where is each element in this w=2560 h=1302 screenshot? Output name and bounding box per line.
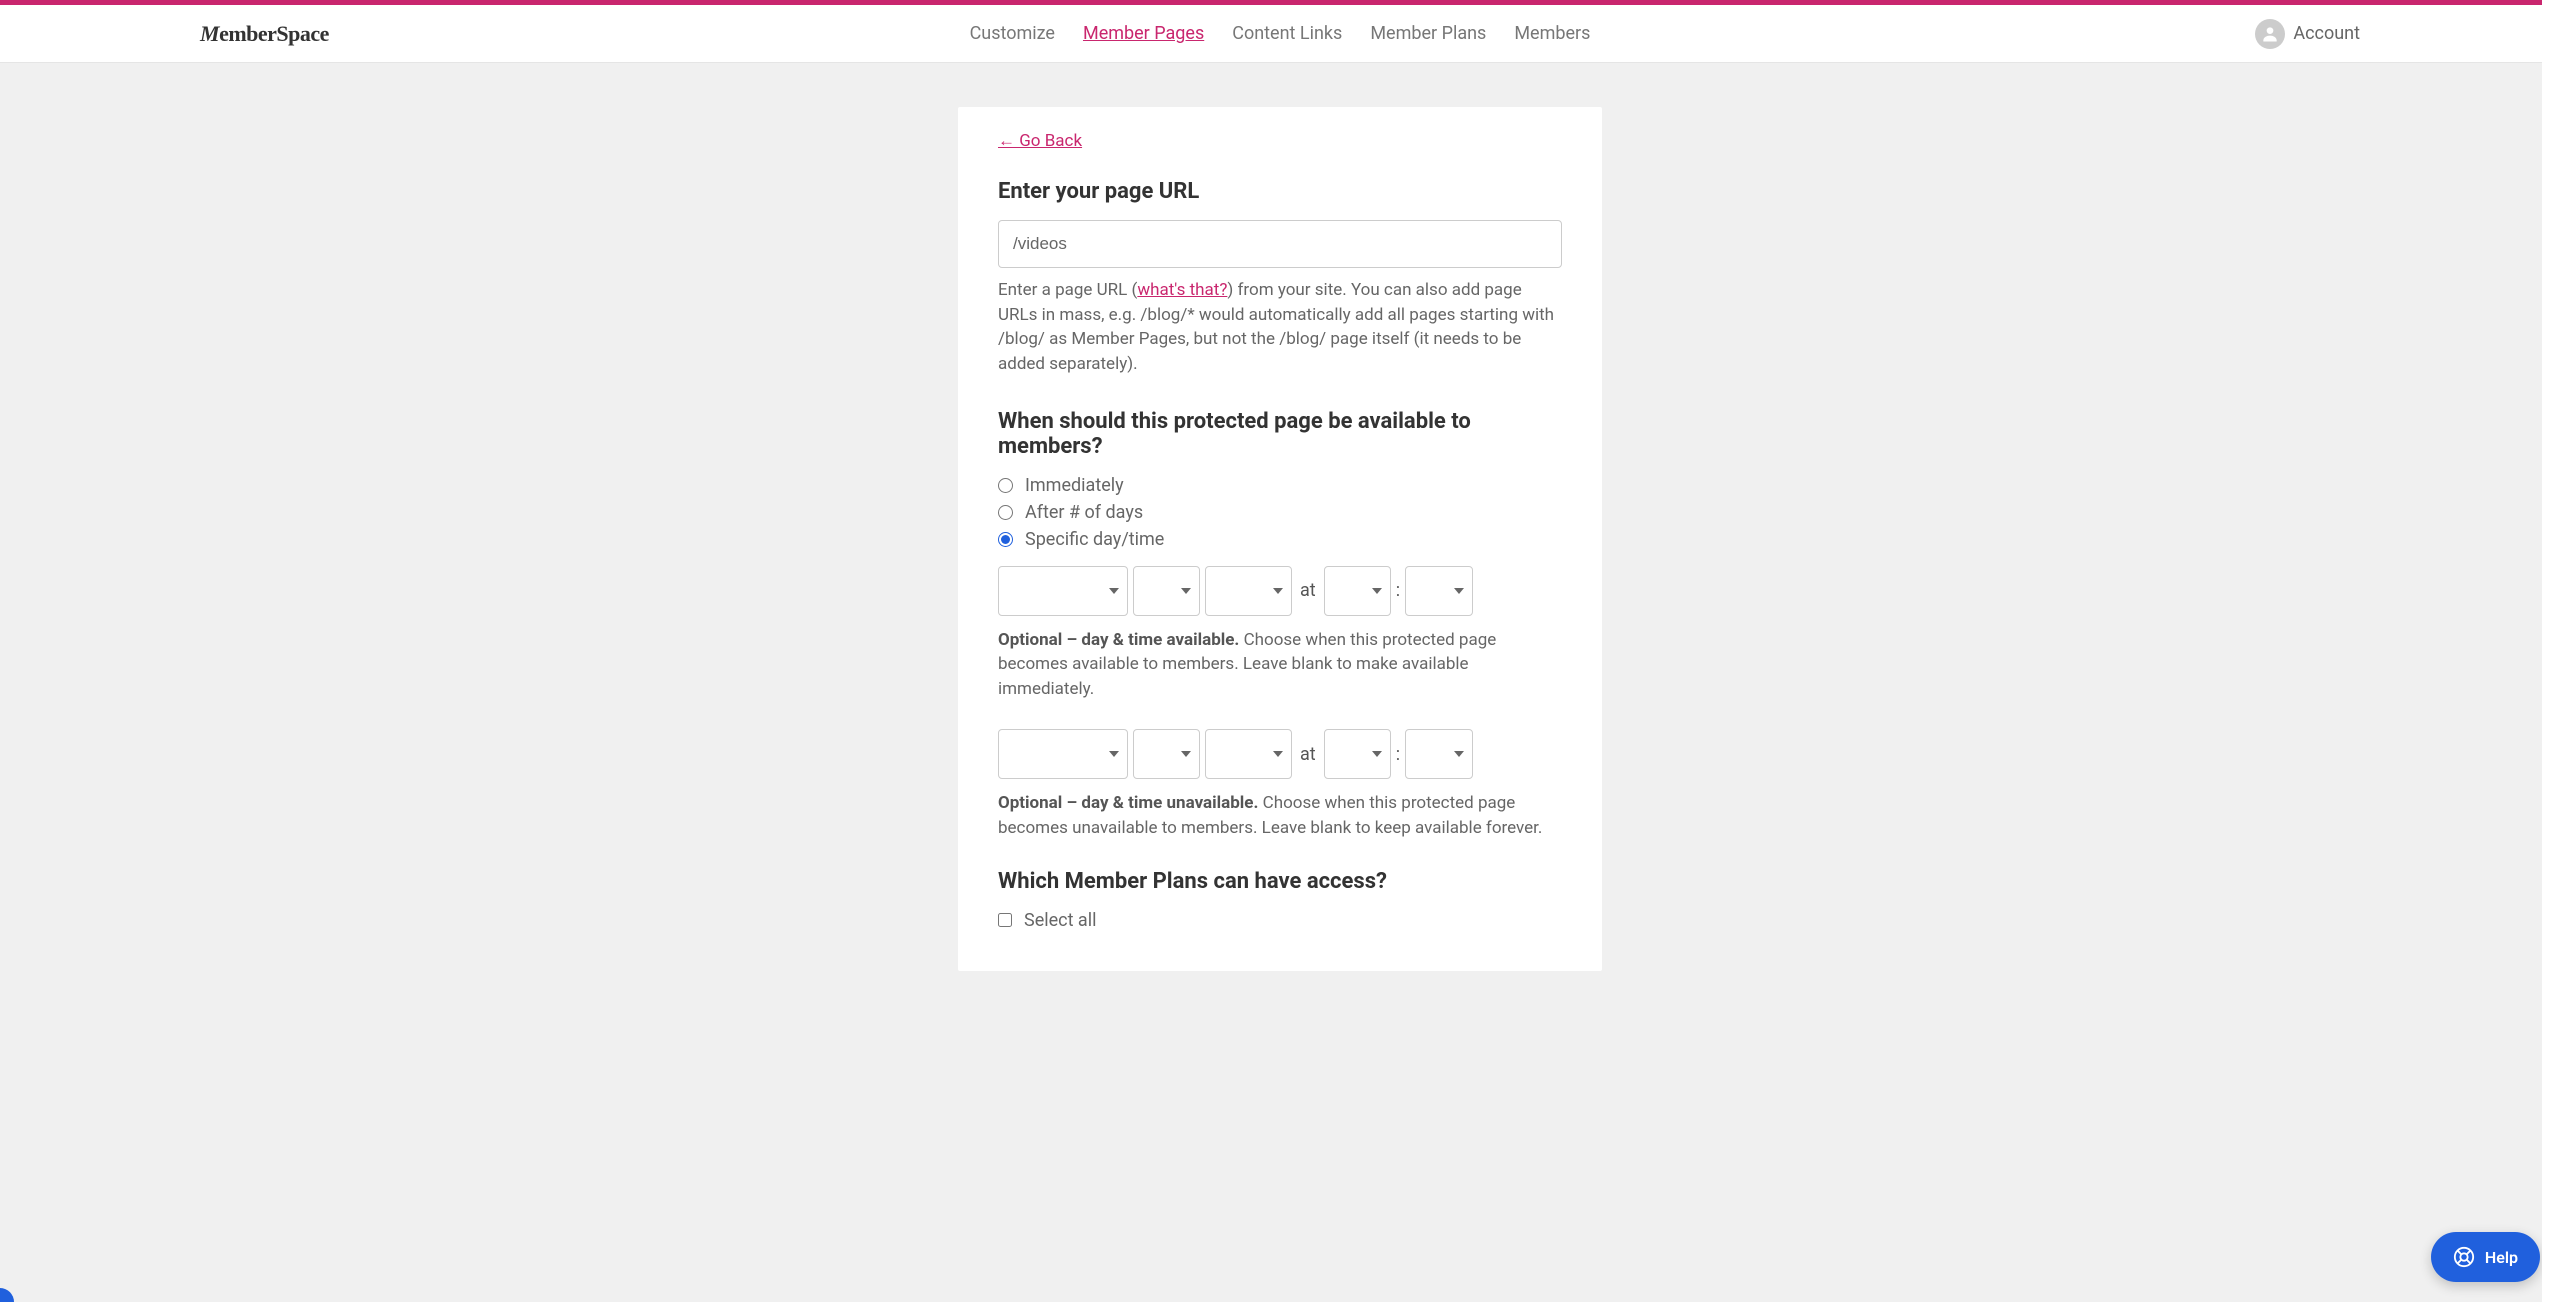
unavailable-at-label: at xyxy=(1300,744,1316,765)
available-hour-select[interactable] xyxy=(1324,566,1391,616)
unavailable-colon: : xyxy=(1396,744,1400,765)
available-month-select[interactable] xyxy=(998,566,1128,616)
available-minute-select[interactable] xyxy=(1405,566,1473,616)
help-button[interactable]: Help xyxy=(2431,1232,2540,1282)
left-corner-decoration xyxy=(0,1288,14,1302)
nav-content-links[interactable]: Content Links xyxy=(1232,23,1342,44)
plans-title: Which Member Plans can have access? xyxy=(998,869,1562,894)
available-date-row: at : xyxy=(998,566,1562,616)
when-title: When should this protected page be avail… xyxy=(998,409,1562,459)
nav-member-plans[interactable]: Member Plans xyxy=(1370,23,1486,44)
unavailable-hour-select[interactable] xyxy=(1324,729,1391,779)
go-back-link[interactable]: ← Go Back xyxy=(998,131,1082,151)
logo: MemberSpace xyxy=(200,21,329,47)
unavailable-date-row: at : xyxy=(998,729,1562,779)
radio-after-days[interactable] xyxy=(998,505,1013,520)
nav-members[interactable]: Members xyxy=(1514,23,1590,44)
account-menu[interactable]: Account xyxy=(2255,19,2360,49)
avatar-icon xyxy=(2255,19,2285,49)
radio-specific-label[interactable]: Specific day/time xyxy=(1025,529,1164,550)
account-label: Account xyxy=(2293,23,2360,44)
radio-after-days-label[interactable]: After # of days xyxy=(1025,502,1143,523)
when-radio-group: Immediately After # of days Specific day… xyxy=(998,475,1562,550)
unavailable-minute-select[interactable] xyxy=(1405,729,1473,779)
radio-specific[interactable] xyxy=(998,532,1013,547)
available-at-label: at xyxy=(1300,580,1316,601)
available-colon: : xyxy=(1396,580,1400,601)
whats-that-link[interactable]: what's that? xyxy=(1137,280,1227,300)
help-label: Help xyxy=(2485,1248,2518,1267)
unavailable-help: Optional – day & time unavailable. Choos… xyxy=(998,791,1562,840)
radio-immediately[interactable] xyxy=(998,478,1013,493)
url-title: Enter your page URL xyxy=(998,179,1562,204)
select-all-checkbox[interactable] xyxy=(998,913,1012,927)
unavailable-help-bold: Optional – day & time unavailable. xyxy=(998,793,1258,813)
unavailable-day-select[interactable] xyxy=(1133,729,1200,779)
main-card: ← Go Back Enter your page URL Enter a pa… xyxy=(958,107,1602,971)
radio-immediately-label[interactable]: Immediately xyxy=(1025,475,1124,496)
url-help-text: Enter a page URL (what's that?) from you… xyxy=(998,278,1562,377)
help-icon xyxy=(2453,1246,2475,1268)
nav-member-pages[interactable]: Member Pages xyxy=(1083,23,1204,44)
unavailable-year-select[interactable] xyxy=(1205,729,1292,779)
select-all-label[interactable]: Select all xyxy=(1024,910,1096,931)
unavailable-month-select[interactable] xyxy=(998,729,1128,779)
main-nav: Customize Member Pages Content Links Mem… xyxy=(970,23,1591,44)
available-help-bold: Optional – day & time available. xyxy=(998,630,1239,650)
header: MemberSpace Customize Member Pages Conte… xyxy=(0,5,2560,63)
url-help-prefix: Enter a page URL ( xyxy=(998,280,1137,300)
available-help: Optional – day & time available. Choose … xyxy=(998,628,1562,702)
right-edge-decoration xyxy=(2542,0,2560,1302)
page-url-input[interactable] xyxy=(998,220,1562,268)
nav-customize[interactable]: Customize xyxy=(970,23,1055,44)
available-day-select[interactable] xyxy=(1133,566,1200,616)
available-year-select[interactable] xyxy=(1205,566,1292,616)
